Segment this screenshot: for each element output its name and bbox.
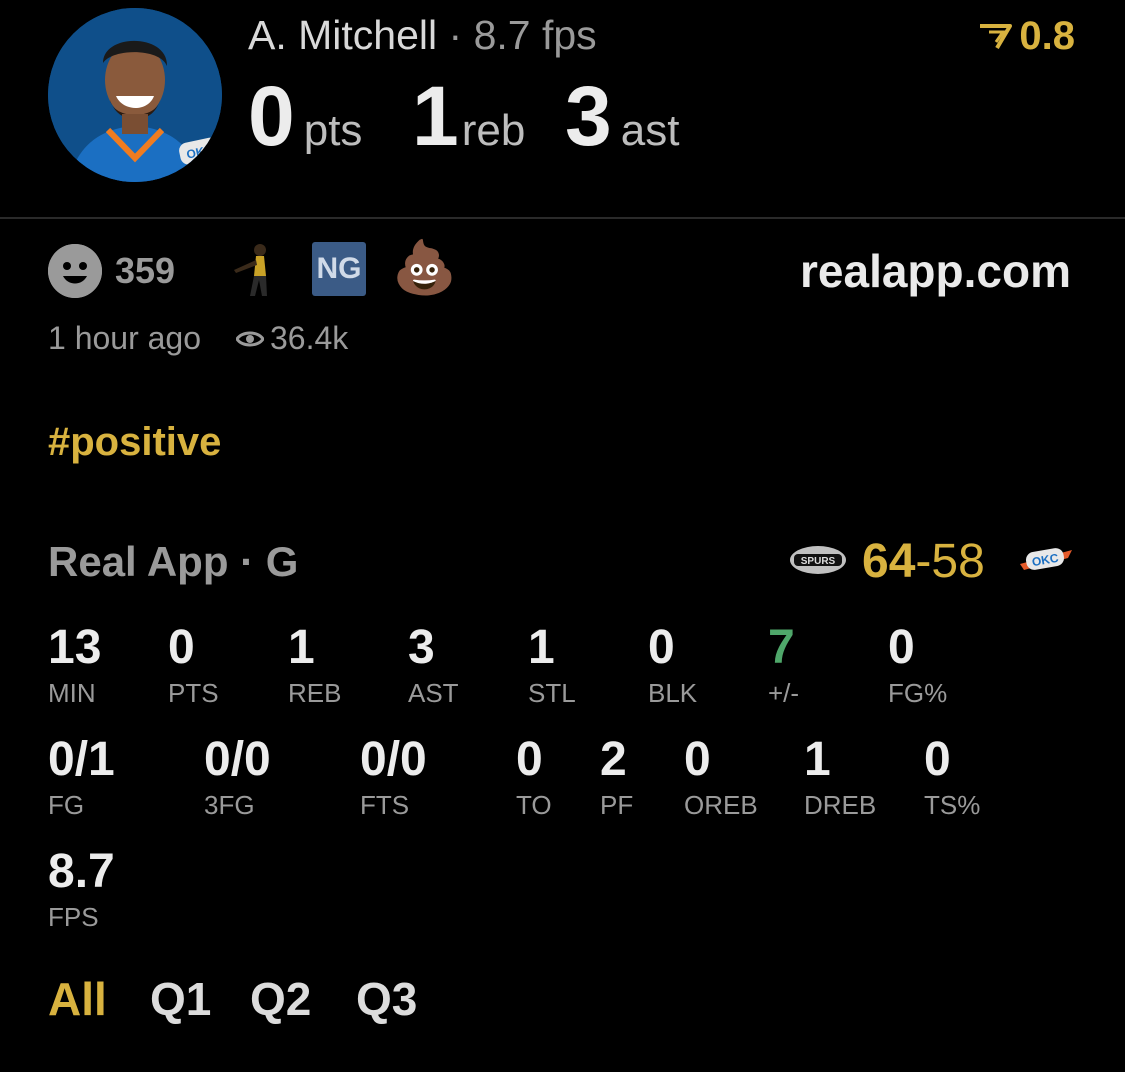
hashtag-link[interactable]: #positive [48,420,221,465]
stat-fts: 0/0 FTS [360,733,427,821]
stat-value: 1 [288,621,315,674]
stat-value: 0 [924,733,951,786]
tab-all[interactable]: All [48,972,107,1026]
view-count-value: 36.4k [270,320,349,356]
stat-label: PTS [168,678,219,708]
stat-label: 3FG [204,790,255,820]
smiley-face-icon [48,244,102,298]
score-dash: - [915,535,932,588]
stat-label: PF [600,790,634,820]
stat-value: 7 [768,621,795,674]
stat-value: 1 [528,621,555,674]
site-url: realapp.com [800,245,1071,297]
points-stat: 0 pts [248,68,362,165]
ng-reaction-badge[interactable]: NG [312,242,366,296]
stat-pts: 0 PTS [168,621,219,709]
stat-value: 0/0 [204,733,271,786]
header-divider [0,217,1125,219]
stat-label: REB [288,678,342,708]
eye-icon [236,331,264,346]
stat-label: TO [516,790,552,820]
name-separator: · [448,12,463,58]
stat-3fg: 0/0 3FG [204,733,271,821]
okc-logo-graphic: OKC [1020,548,1072,570]
stat-label: AST [408,678,459,708]
stat-min: 13 MIN [48,621,102,709]
stat-value: 0 [516,733,543,786]
tab-q1[interactable]: Q1 [150,972,211,1026]
stat-label: MIN [48,678,96,708]
stat-value: 13 [48,621,102,674]
stat-fg-pct: 0 FG% [888,621,948,709]
points-value: 0 [248,69,295,163]
spurs-logo-icon: SPURS [788,542,848,583]
stat-value: 1 [804,733,831,786]
spurs-logo-graphic: SPURS [790,546,846,574]
rebounds-value: 1 [412,69,459,163]
rating-icon [980,23,1013,49]
stat-ts-pct: 0 TS% [924,733,981,821]
player-name[interactable]: A. Mitchell [248,12,437,58]
stat-value: 3 [408,621,435,674]
stat-pf: 2 PF [600,733,634,821]
stat-label: BLK [648,678,698,708]
rebounds-unit: reb [461,106,526,155]
okc-logo-icon: OKC [1018,544,1074,579]
stat-value: 2 [600,733,627,786]
tab-q3[interactable]: Q3 [356,972,417,1026]
post-time: 1 hour ago [48,320,202,356]
stat-label: +/- [768,678,800,708]
rebounds-stat: 1reb [412,68,525,165]
smiley-reaction-icon[interactable] [48,244,102,298]
stat-label: STL [528,678,576,708]
stat-label: FTS [360,790,410,820]
stat-reb: 1 REB [288,621,342,709]
game-score: 64-58 [862,534,985,589]
player-figure-icon [234,244,267,296]
player-name-line: A. Mitchell · 8.7 fps [248,12,597,59]
rating-value: 0.8 [1019,14,1075,58]
player-photo: OKC [48,8,222,182]
reaction-count: 359 [115,250,176,291]
stat-label: FPS [48,902,99,932]
stat-value: 0/1 [48,733,115,786]
stat-label: TS% [924,790,981,820]
fps-summary: 8.7 fps [473,12,597,58]
assists-stat: 3 ast [565,68,679,165]
stat-value: 8.7 [48,845,115,898]
points-unit: pts [303,106,363,155]
stat-ast: 3 AST [408,621,459,709]
home-score: 64 [862,535,916,588]
stat-label: DREB [804,790,877,820]
rating-badge[interactable]: 0.8 [977,14,1075,59]
stat-fg: 0/1 FG [48,733,115,821]
stat-value: 0/0 [360,733,427,786]
game-title: Real App · G [48,538,299,585]
stat-blk: 0 BLK [648,621,698,709]
stat-fps: 8.7 FPS [48,845,115,933]
stat-label: OREB [684,790,758,820]
stat-stl: 1 STL [528,621,576,709]
stat-value: 0 [648,621,675,674]
view-count: 36.4k [236,320,348,357]
stat-value: 0 [684,733,711,786]
stat-value: 0 [168,621,195,674]
away-score: 58 [931,535,985,588]
player-reaction-icon[interactable] [228,240,282,303]
stat-label: FG% [888,678,948,708]
stat-dreb: 1 DREB [804,733,877,821]
assists-unit: ast [620,106,680,155]
stat-to: 0 TO [516,733,552,821]
stat-value: 0 [888,621,915,674]
player-avatar[interactable]: OKC [48,8,222,182]
stat-label: FG [48,790,85,820]
svg-text:SPURS: SPURS [801,556,836,567]
poop-reaction-icon[interactable]: 💩 [392,238,457,298]
tab-q2[interactable]: Q2 [250,972,311,1026]
stat-oreb: 0 OREB [684,733,758,821]
assists-value: 3 [565,69,612,163]
stat-plus-minus: 7 +/- [768,621,800,709]
